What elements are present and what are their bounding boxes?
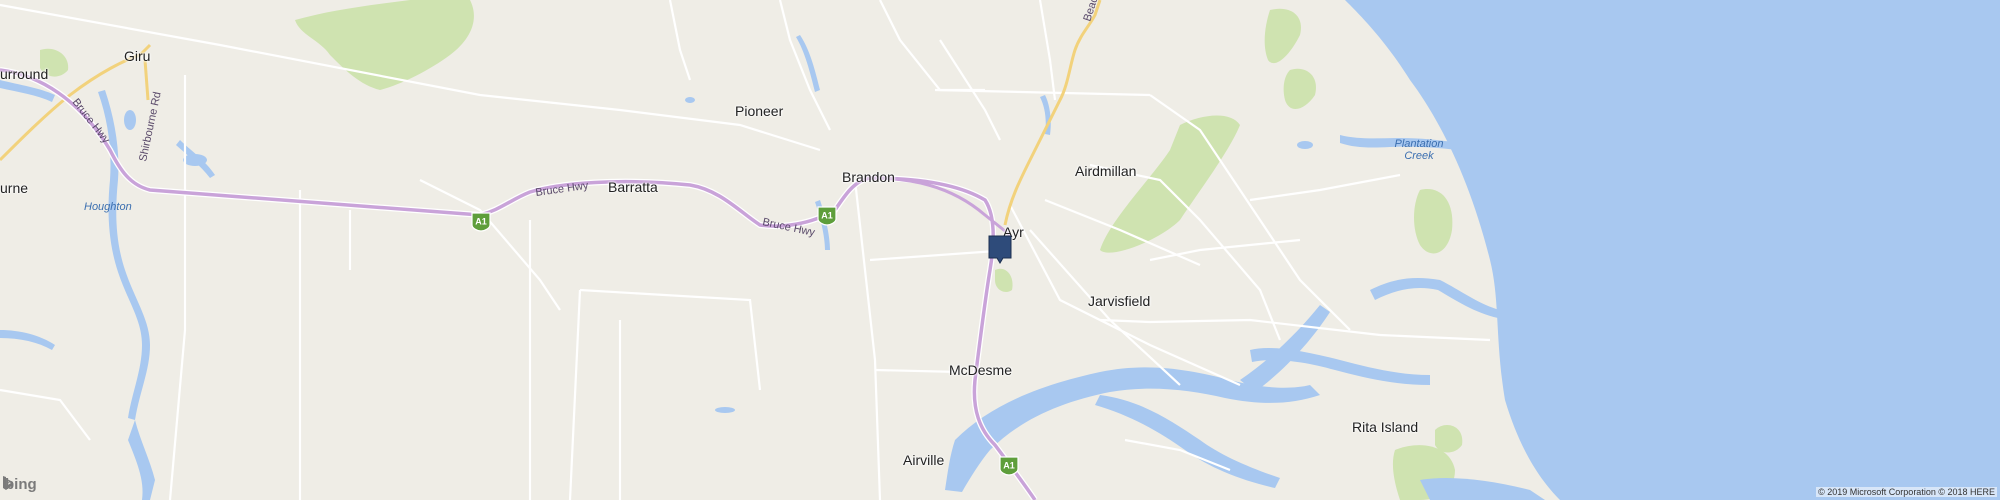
copyright-notice: © 2019 Microsoft Corporation © 2018 HERE [1816, 487, 1997, 497]
place-label-pioneer: Pioneer [735, 103, 784, 119]
highway-shield-a1: A1 [471, 212, 491, 232]
place-label-airdmillan: Airdmillan [1075, 163, 1137, 179]
road-label-beach-rd: Beach Rd [1081, 0, 1107, 23]
svg-text:A1: A1 [475, 217, 487, 227]
minor-roads [0, 0, 1491, 500]
location-pin-icon[interactable] [988, 235, 1012, 265]
place-label-mcdesme: McDesme [949, 362, 1013, 378]
water-label-houghton: Houghton [84, 201, 132, 213]
map-canvas[interactable]: Bruce Hwy Shirbourne Rd Bruce Hwy Bruce … [0, 0, 2000, 500]
place-label-jarvisfield: Jarvisfield [1088, 293, 1151, 309]
place-label-brandon: Brandon [842, 169, 895, 185]
coral-sea [1345, 0, 2000, 500]
place-label-urne: urne [0, 180, 29, 196]
highway-shield-a1: A1 [999, 456, 1019, 476]
place-label-rita-island: Rita Island [1352, 419, 1419, 435]
place-label-barratta: Barratta [608, 179, 658, 195]
svg-text:A1: A1 [821, 211, 833, 221]
water-label-plantation-creek: Plantation Creek [1394, 138, 1444, 162]
highway-shield-a1: A1 [817, 206, 837, 226]
bing-logo: bing [2, 476, 37, 493]
svg-text:A1: A1 [1003, 461, 1015, 471]
beach-road [1003, 0, 1102, 226]
park-areas [40, 0, 1463, 500]
road-label-shirbourne-rd: Shirbourne Rd [137, 91, 163, 163]
place-label-urround: urround [0, 66, 49, 82]
place-label-airville: Airville [903, 452, 945, 468]
road-label-bruce-hwy-barratta: Bruce Hwy [535, 180, 590, 199]
bruce-highway [0, 67, 1038, 500]
place-label-giru: Giru [124, 48, 151, 64]
